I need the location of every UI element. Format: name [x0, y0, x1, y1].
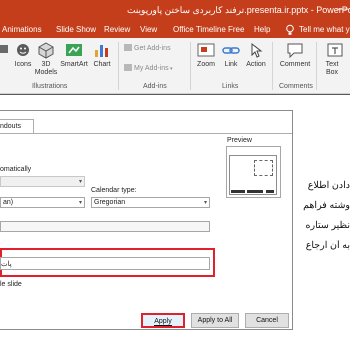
dont-show-title-slide-label[interactable]: le slide [0, 281, 22, 288]
group-comments-label: Comments [279, 83, 313, 90]
preview-placeholder [254, 160, 273, 176]
zoom-label: Zoom [197, 61, 215, 68]
text-box-icon [327, 43, 343, 57]
preview-date-placeholder [231, 190, 245, 193]
tab-office-timeline[interactable]: Office Timeline Free [173, 25, 244, 34]
apply-to-all-button[interactable]: Apply to All [191, 313, 239, 328]
language-value: an) [3, 199, 14, 206]
icons-label: Icons [14, 61, 32, 68]
group-links-label: Links [222, 83, 239, 90]
tab-animations[interactable]: Animations [2, 25, 42, 34]
tab-review[interactable]: Review [104, 25, 130, 34]
preview-number-placeholder [266, 190, 274, 193]
icons-button[interactable]: Icons [12, 38, 34, 68]
slide-text-line: وشته فراهم [303, 200, 350, 211]
lightbulb-icon [286, 24, 294, 35]
tab-view[interactable]: View [140, 25, 157, 34]
chevron-down-icon: ▾ [78, 179, 82, 185]
slide-text-line: به آن ارجاع [305, 240, 350, 251]
smartart-label: SmartArt [60, 61, 88, 68]
footer-text-input[interactable]: پات [0, 257, 210, 270]
text-box-label: Text Box [325, 61, 339, 76]
ribbon-separator [190, 42, 191, 90]
tab-help[interactable]: Help [254, 25, 270, 34]
chart-button[interactable]: Chart [90, 38, 114, 68]
calendar-type-select[interactable]: Gregorian ▾ [91, 197, 210, 208]
zoom-button[interactable]: Zoom [194, 38, 218, 68]
get-addins-button[interactable]: Get Add-ins [124, 44, 171, 52]
apply-label: Apply [154, 318, 172, 326]
ribbon-separator [272, 42, 273, 90]
preview-footer-placeholder [247, 190, 263, 193]
3d-models-button[interactable]: 3D Models [34, 38, 58, 77]
tab-slide-show[interactable]: Slide Show [56, 25, 96, 34]
link-icon [222, 47, 240, 54]
shapes-icon [0, 45, 8, 53]
date-format-select[interactable]: ▾ [0, 176, 85, 187]
link-button[interactable]: Link [220, 38, 242, 68]
slide-text-line: دادن اطلاع [307, 180, 350, 191]
smartart-button[interactable]: SmartArt [58, 38, 90, 68]
chart-icon [95, 45, 108, 57]
group-addins-label: Add-ins [143, 83, 167, 90]
update-automatically-label: omatically [0, 166, 32, 173]
icons-icon [17, 44, 29, 56]
zoom-icon [197, 43, 215, 57]
cube-icon [38, 42, 54, 59]
action-icon [251, 42, 263, 58]
comment-button[interactable]: Comment [276, 38, 314, 68]
fixed-date-input[interactable] [0, 221, 210, 232]
my-addins-label: My Add-ins [134, 65, 169, 72]
apply-button[interactable]: Apply [141, 313, 185, 328]
chevron-down-icon: ▾ [168, 66, 173, 72]
ribbon-tabs: Animations Slide Show Review View Office… [0, 22, 350, 38]
language-select[interactable]: an) ▾ [0, 197, 85, 208]
chevron-down-icon: ▾ [203, 200, 207, 206]
dialog-title-bar [0, 111, 292, 119]
slide-text-line: نظیر ستاره [305, 220, 350, 231]
title-bar: ترفند کاربردی ساختن پاورپوینت.presenta.i… [0, 0, 350, 22]
ribbon-separator [118, 42, 119, 90]
chart-label: Chart [93, 61, 111, 68]
chevron-down-icon: ▾ [78, 200, 82, 206]
minimize-button[interactable]: — [335, 2, 350, 18]
preview-label: Preview [227, 137, 252, 144]
my-addins-button[interactable]: My Add-ins ▾ [124, 64, 173, 72]
ribbon: Icons 3D Models SmartArt Chart Illustrat… [0, 38, 350, 94]
3d-models-label: 3D Models [34, 61, 58, 76]
action-label: Action [246, 61, 266, 68]
tab-notes-handouts[interactable]: ndouts [0, 119, 34, 133]
footer-text-value: پات [1, 261, 12, 268]
action-button[interactable]: Action [243, 38, 269, 68]
calendar-type-value: Gregorian [94, 199, 126, 206]
get-addins-label: Get Add-ins [134, 45, 171, 52]
ribbon-separator [316, 42, 317, 90]
cancel-button[interactable]: Cancel [245, 313, 289, 328]
calendar-type-label: Calendar type: [91, 187, 137, 194]
shapes-button[interactable] [0, 38, 12, 59]
comment-label: Comment [279, 61, 311, 68]
group-illustrations-label: Illustrations [32, 83, 68, 90]
smartart-icon [66, 44, 82, 56]
tell-me-search[interactable]: Tell me what you [299, 25, 350, 34]
link-label: Link [224, 61, 238, 68]
store-icon [124, 44, 132, 51]
addins-icon [124, 64, 132, 71]
text-box-button[interactable]: Text Box [322, 38, 348, 77]
window-title: ترفند کاربردی ساختن پاورپوینت.presenta.i… [127, 5, 350, 15]
comment-icon [287, 43, 303, 59]
